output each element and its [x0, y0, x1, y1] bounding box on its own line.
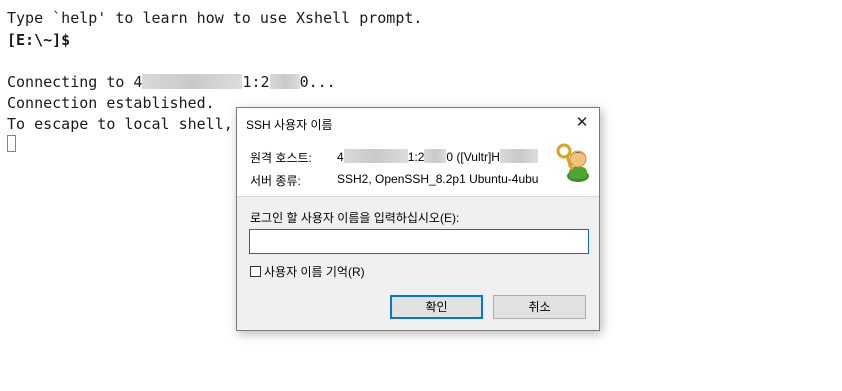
dialog-info-area: 원격 호스트: 4 1:2 0 ([Vultr]H 서버 종류: SSH2, Ope…	[237, 138, 599, 196]
server-type-value: SSH2, OpenSSH_8.2p1 Ubuntu-4ubu	[337, 172, 539, 186]
server-type-label: 서버 종류:	[250, 174, 301, 188]
remember-username-label: 사용자 이름 기억(R)	[264, 265, 365, 279]
dialog-title: SSH 사용자 이름	[246, 118, 333, 132]
connecting-mid: 1:2	[242, 73, 270, 91]
username-input[interactable]	[249, 229, 589, 254]
redacted-block	[424, 149, 447, 163]
connecting-suffix: 0...	[299, 73, 336, 91]
ssh-username-dialog: SSH 사용자 이름 ✕ 원격 호스트: 4 1:2 0 ([Vultr]H 서버 …	[236, 107, 600, 331]
terminal-escape-line: To escape to local shell,	[7, 115, 233, 133]
redacted-block	[269, 74, 300, 89]
dialog-body: 로그인 할 사용자 이름을 입력하십시오(E): 사용자 이름 기억(R) 확인…	[237, 197, 599, 330]
dialog-titlebar[interactable]: SSH 사용자 이름 ✕	[237, 108, 599, 138]
host-part-a: 4	[337, 150, 344, 164]
host-part-d: H	[491, 150, 500, 164]
redacted-block	[499, 149, 538, 163]
remote-host-label: 원격 호스트:	[250, 151, 312, 165]
remember-username-checkbox[interactable]	[250, 266, 261, 277]
host-part-c: 0 ([Vultr]	[446, 150, 492, 164]
terminal-cursor	[7, 135, 16, 152]
host-part-b: 1:2	[407, 150, 425, 164]
terminal-connecting-line: Connecting to 4 1:2 0...	[7, 73, 336, 91]
username-prompt-label: 로그인 할 사용자 이름을 입력하십시오(E):	[250, 211, 460, 225]
redacted-block	[142, 74, 243, 89]
terminal-help-line: Type `help' to learn how to use Xshell p…	[7, 9, 423, 27]
terminal-established-line: Connection established.	[7, 94, 215, 112]
ok-button[interactable]: 확인	[390, 295, 483, 319]
close-icon[interactable]: ✕	[565, 108, 599, 138]
cancel-button[interactable]: 취소	[493, 295, 586, 319]
remember-username-option[interactable]: 사용자 이름 기억(R)	[250, 263, 365, 280]
user-key-icon	[556, 143, 589, 182]
redacted-block	[343, 149, 408, 163]
remote-host-value: 4 1:2 0 ([Vultr]H	[337, 149, 547, 164]
connecting-prefix: Connecting to 4	[7, 73, 143, 91]
terminal-prompt: [E:\~]$	[7, 31, 71, 49]
